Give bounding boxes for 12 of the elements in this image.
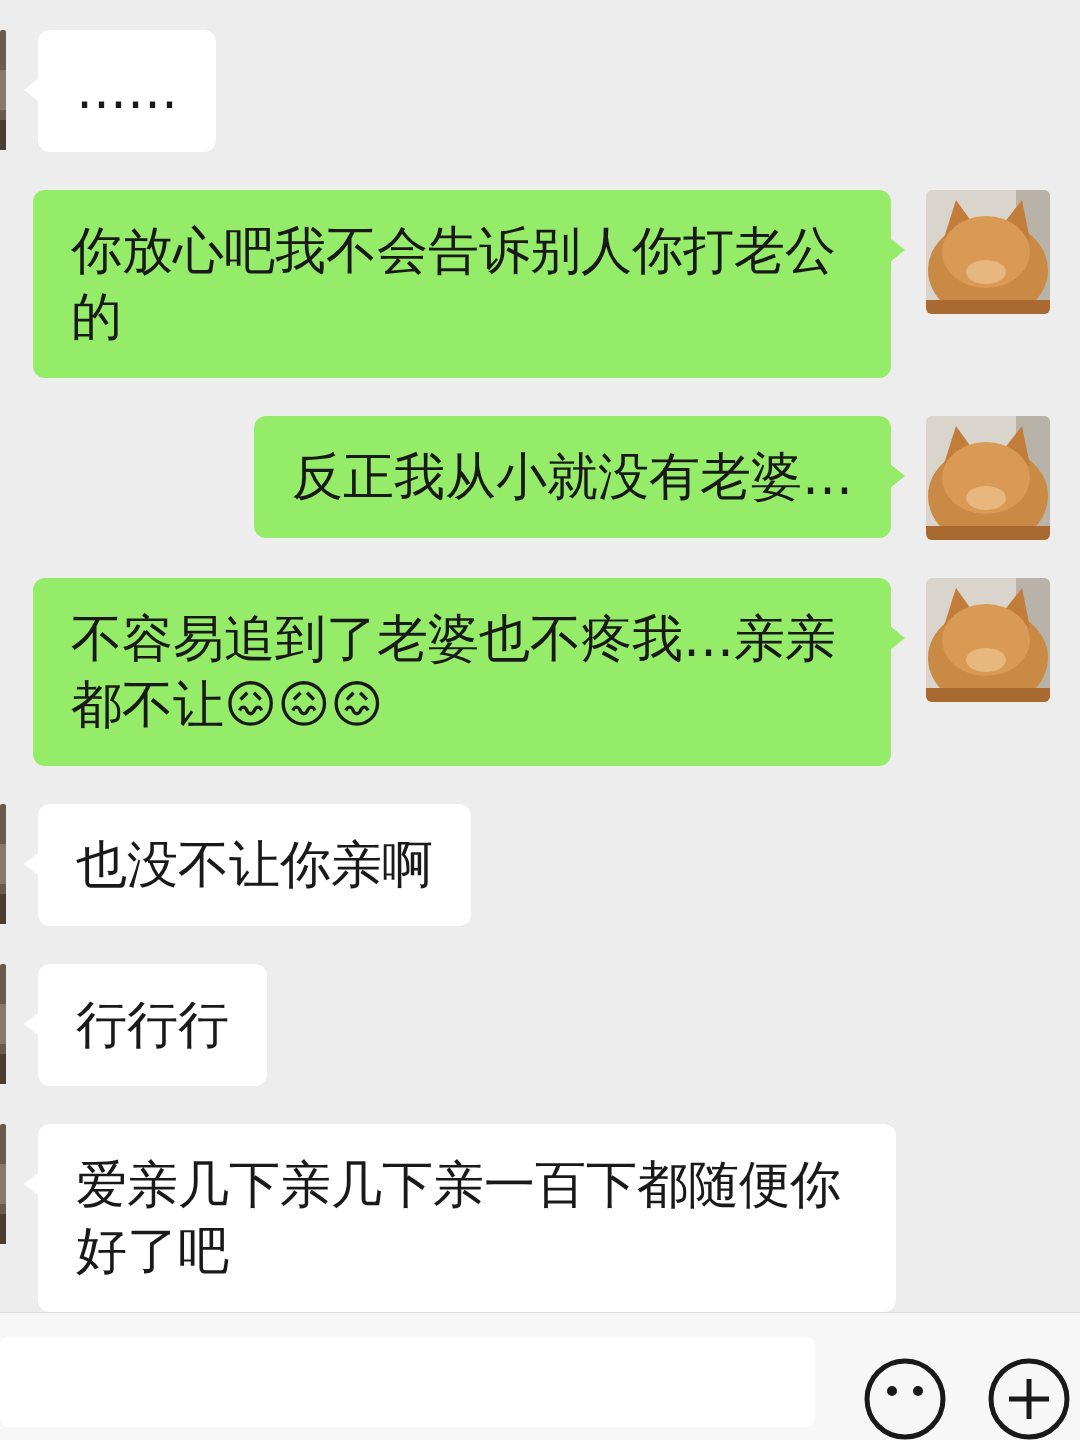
bubble-tail	[890, 626, 905, 650]
message-bubble: 爱亲几下亲几下亲一百下都随便你好了吧	[38, 1124, 896, 1312]
message-bubble: 你放心吧我不会告诉别人你打老公的	[33, 190, 891, 378]
message-bubble: 反正我从小就没有老婆…	[254, 416, 891, 538]
message-bubble: 不容易追到了老婆也不疼我…亲亲都不让😖😖😖	[33, 578, 891, 766]
emoji-icon[interactable]	[863, 1357, 947, 1440]
message-bubble: 行行行	[38, 964, 267, 1086]
message-bubble: 也没不让你亲啊	[38, 804, 471, 926]
bubble-tail	[890, 464, 905, 488]
message-bubble: ……	[38, 30, 216, 152]
plus-icon[interactable]	[987, 1357, 1071, 1440]
bubble-tail	[890, 238, 905, 262]
